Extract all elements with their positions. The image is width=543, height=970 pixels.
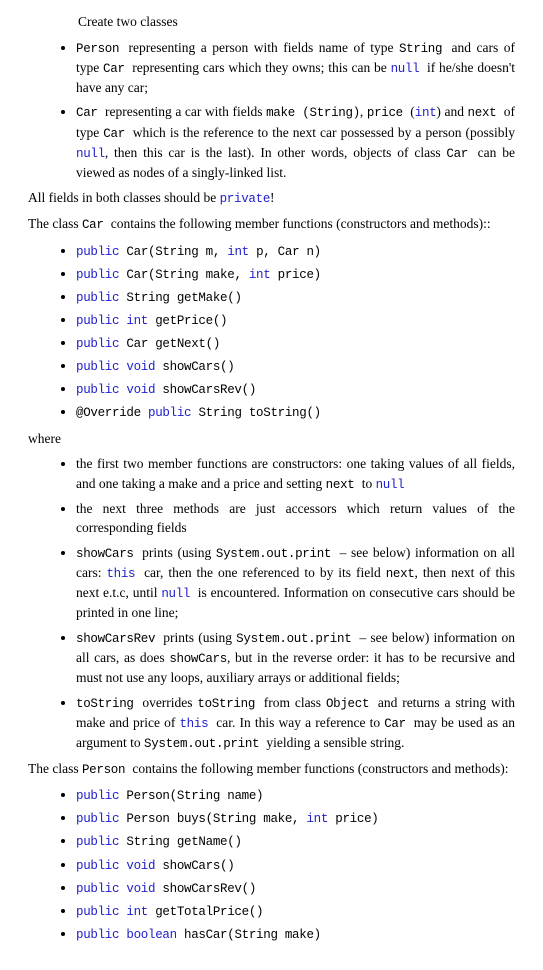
list-item: public Car(String make, int price) bbox=[76, 264, 515, 284]
intro-text: Create two classes bbox=[78, 12, 515, 32]
bullet-car: Car representing a car with fields make … bbox=[76, 102, 515, 182]
list-item: public void showCarsRev() bbox=[76, 379, 515, 399]
all-fields-note: All fields in both classes should be pri… bbox=[28, 188, 515, 208]
where-bullets: the first two member functions are const… bbox=[70, 454, 515, 753]
list-item: public void showCars() bbox=[76, 855, 515, 875]
list-item: public Car(String m, int p, Car n) bbox=[76, 241, 515, 261]
private-kw: private bbox=[220, 192, 270, 206]
where-label: where bbox=[28, 429, 515, 449]
list-item: public void showCarsRev() bbox=[76, 878, 515, 898]
list-item: public Person(String name) bbox=[76, 785, 515, 805]
list-item: showCarsRev prints (using System.out.pri… bbox=[76, 628, 515, 688]
person-methods: public Person(String name) public Person… bbox=[70, 785, 515, 944]
list-item: public String getMake() bbox=[76, 287, 515, 307]
list-item: public boolean hasCar(String make) bbox=[76, 924, 515, 944]
car-methods: public Car(String m, int p, Car n) publi… bbox=[70, 241, 515, 423]
null-kw: null bbox=[391, 62, 427, 76]
list-item: showCars prints (using System.out.print … bbox=[76, 543, 515, 623]
list-item: toString overrides toString from class O… bbox=[76, 693, 515, 753]
list-item: the next three methods are just accessor… bbox=[76, 499, 515, 538]
list-item: public Car getNext() bbox=[76, 333, 515, 353]
person-intro: The class Person contains the following … bbox=[28, 759, 515, 779]
list-item: the first two member functions are const… bbox=[76, 454, 515, 494]
list-item: public String getName() bbox=[76, 831, 515, 851]
car-intro: The class Car contains the following mem… bbox=[28, 214, 515, 234]
list-item: public int getPrice() bbox=[76, 310, 515, 330]
list-item: public Person buys(String make, int pric… bbox=[76, 808, 515, 828]
list-item: public void showCars() bbox=[76, 356, 515, 376]
list-item: public int getTotalPrice() bbox=[76, 901, 515, 921]
list-item: @Override public String toString() bbox=[76, 402, 515, 422]
code-person: Person bbox=[76, 42, 129, 56]
top-bullets: Person representing a person with fields… bbox=[70, 38, 515, 183]
bullet-person: Person representing a person with fields… bbox=[76, 38, 515, 98]
